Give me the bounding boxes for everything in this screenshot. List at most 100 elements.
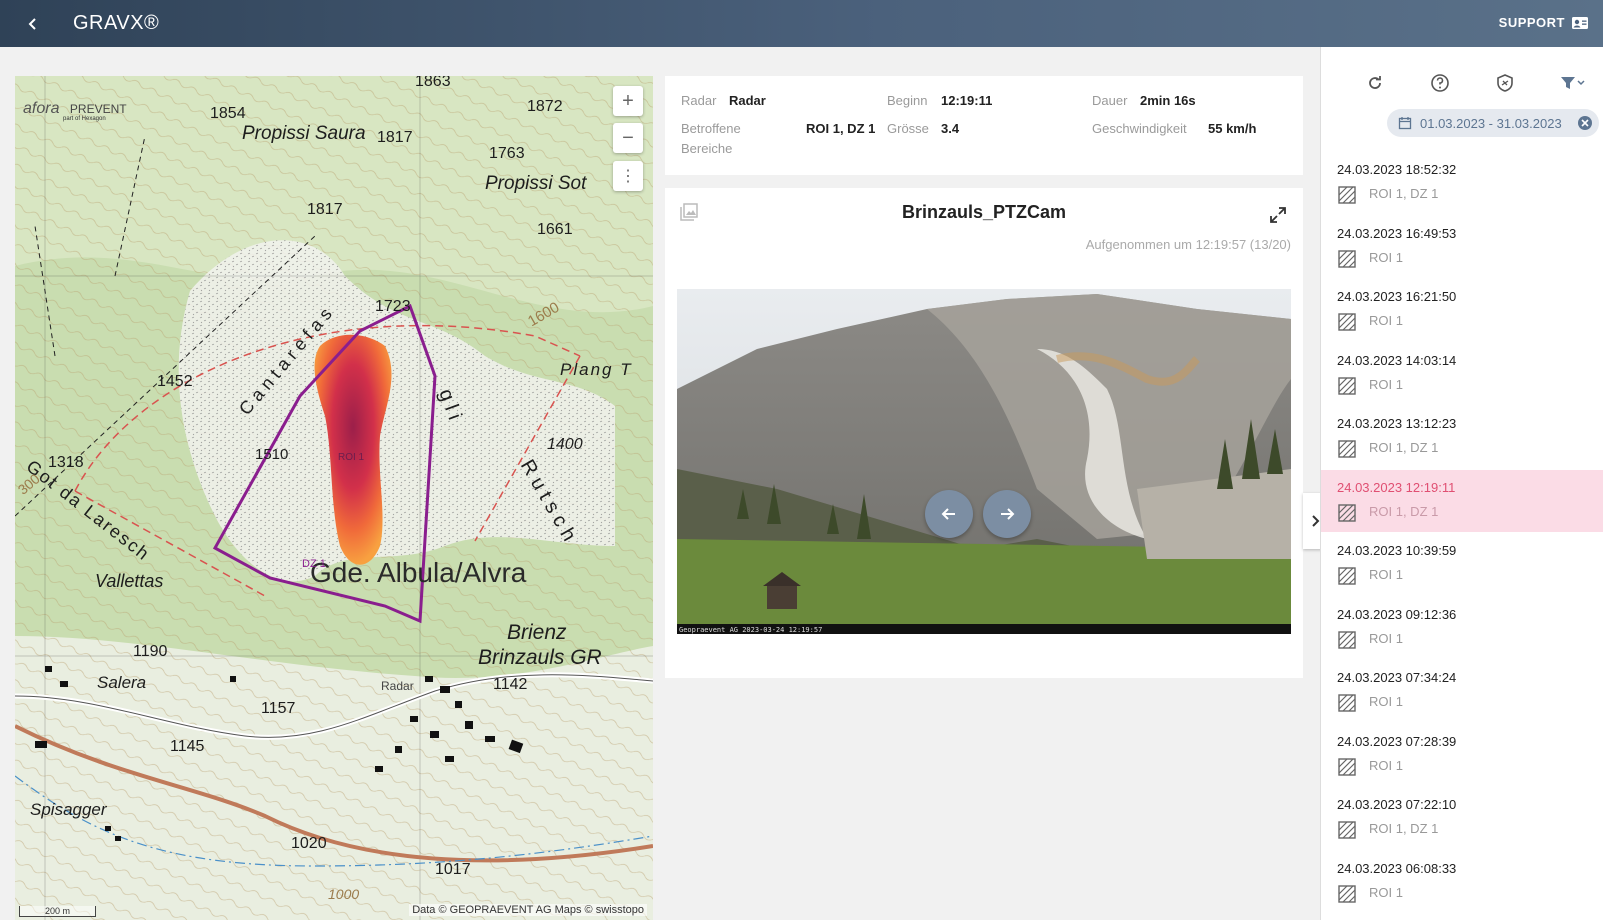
- groesse-label: Grösse: [887, 121, 929, 136]
- geopraevent-logo: afora PREVENT part of Hexagon: [23, 100, 127, 122]
- elevation-1142: 1142: [493, 676, 528, 693]
- elevation-1157: 1157: [261, 700, 296, 717]
- map-label-spisagger: Spisagger: [30, 800, 107, 819]
- event-list-item[interactable]: 24.03.2023 09:12:36 ROI 1: [1321, 597, 1603, 659]
- event-time: 24.03.2023 09:12:36: [1337, 606, 1457, 622]
- event-list-item[interactable]: 24.03.2023 12:19:11 ROI 1, DZ 1: [1321, 469, 1603, 532]
- chevron-down-icon: [1577, 80, 1585, 86]
- zoom-in-button[interactable]: +: [613, 86, 643, 116]
- event-time: 24.03.2023 06:08:33: [1337, 860, 1457, 876]
- event-list-item[interactable]: 24.03.2023 13:12:23 ROI 1, DZ 1: [1321, 406, 1603, 468]
- calendar-icon: [1398, 117, 1412, 130]
- elevation-1723: 1723: [375, 298, 411, 315]
- refresh-button[interactable]: [1361, 69, 1389, 97]
- beginn-label: Beginn: [887, 93, 928, 108]
- event-zones: ROI 1: [1369, 694, 1403, 709]
- date-range-text: 01.03.2023 - 31.03.2023: [1420, 115, 1562, 131]
- event-sidebar: 01.03.2023 - 31.03.2023 24.03.2023 18:52…: [1320, 47, 1603, 920]
- event-list-item[interactable]: 24.03.2023 16:21:50 ROI 1: [1321, 279, 1603, 341]
- event-time: 24.03.2023 18:52:32: [1337, 162, 1457, 177]
- shield-button[interactable]: [1491, 69, 1519, 97]
- svg-text:Geopraevent AG 2023-03-24 12:1: Geopraevent AG 2023-03-24 12:19:57: [679, 626, 822, 634]
- map-label-radar: Radar: [381, 679, 414, 693]
- map-label-brinzauls: Brinzauls GR: [478, 646, 602, 669]
- area-hatch-icon: [1338, 249, 1356, 268]
- map-view[interactable]: afora PREVENT part of Hexagon Propissi S…: [15, 76, 653, 920]
- radar-label: Radar: [681, 93, 717, 108]
- map-attribution: Data © GEOPRAEVENT AG Maps © swisstopo: [409, 904, 647, 916]
- elevation-1318: 1318: [48, 454, 84, 471]
- camera-card: Brinzauls_PTZCam Aufgenommen um 12:19:57…: [665, 188, 1303, 678]
- area-hatch-icon: [1338, 884, 1356, 903]
- event-zones: ROI 1: [1369, 567, 1403, 582]
- clear-date-icon[interactable]: [1577, 115, 1593, 131]
- help-icon: [1431, 74, 1449, 92]
- support-label: SUPPORT: [1498, 15, 1565, 30]
- event-time: 24.03.2023 07:28:39: [1337, 733, 1457, 749]
- support-button[interactable]: SUPPORT: [1499, 15, 1589, 30]
- geschwindigkeit-value: 55 km/h: [1208, 121, 1257, 136]
- elevation-1763: 1763: [489, 145, 525, 162]
- event-time: 24.03.2023 14:03:14: [1337, 352, 1457, 368]
- area-hatch-icon: [1338, 186, 1356, 204]
- area-hatch-icon: [1338, 757, 1356, 776]
- filter-icon: [1561, 77, 1575, 89]
- event-list-item[interactable]: 24.03.2023 07:34:24 ROI 1: [1321, 660, 1603, 722]
- event-zones: ROI 1, DZ 1: [1369, 503, 1439, 519]
- event-time: 24.03.2023 16:21:50: [1337, 289, 1457, 304]
- next-image-button[interactable]: [983, 490, 1031, 538]
- groesse-value: 3.4: [941, 121, 960, 136]
- back-button[interactable]: [18, 11, 48, 37]
- arrow-right-icon: [1001, 508, 1015, 520]
- map-label-propissi-sot: Propissi Sot: [485, 173, 587, 194]
- event-time: 24.03.2023 13:12:23: [1337, 416, 1457, 431]
- event-time: 24.03.2023 12:19:11: [1337, 479, 1456, 495]
- event-list-item[interactable]: 24.03.2023 10:39:59 ROI 1: [1321, 533, 1603, 595]
- elevation-1863: 1863: [415, 76, 451, 90]
- event-list-item[interactable]: 24.03.2023 07:28:39 ROI 1: [1321, 724, 1603, 786]
- chevron-right-icon: [1311, 515, 1319, 527]
- event-zones: ROI 1, DZ 1: [1369, 821, 1439, 836]
- event-zones: ROI 1: [1369, 376, 1403, 392]
- area-hatch-icon: [1338, 313, 1356, 331]
- event-zones: ROI 1: [1369, 884, 1403, 900]
- elevation-1145: 1145: [170, 738, 205, 755]
- top-bar: GRAVX® SUPPORT: [0, 0, 1603, 47]
- map-label-plang: Plang T: [560, 360, 633, 379]
- radar-value: Radar: [729, 93, 766, 108]
- camera-image: Geopraevent AG 2023-03-24 12:19:57: [677, 289, 1291, 634]
- elevation-1017: 1017: [435, 861, 471, 878]
- elevation-1817b: 1817: [307, 201, 343, 218]
- event-list-item[interactable]: 24.03.2023 16:49:53 ROI 1: [1321, 216, 1603, 278]
- date-range-chip[interactable]: 01.03.2023 - 31.03.2023: [1387, 109, 1599, 137]
- dauer-value: 2min 16s: [1140, 93, 1196, 108]
- elevation-1020: 1020: [291, 835, 327, 852]
- back-arrow-icon: [28, 18, 36, 30]
- dauer-label: Dauer: [1092, 93, 1128, 108]
- event-list-item[interactable]: 24.03.2023 14:03:14 ROI 1: [1321, 343, 1603, 405]
- zoom-out-button[interactable]: −: [613, 123, 643, 153]
- area-hatch-icon: [1338, 821, 1356, 839]
- elevation-1661: 1661: [537, 221, 573, 238]
- map-more-button[interactable]: ⋮: [613, 161, 643, 191]
- fullscreen-icon[interactable]: [1269, 206, 1287, 224]
- elevation-1190: 1190: [133, 643, 168, 660]
- event-list-item[interactable]: 24.03.2023 06:08:33 ROI 1: [1321, 851, 1603, 913]
- area-hatch-icon: [1338, 567, 1356, 585]
- bereiche-value: ROI 1, DZ 1: [806, 121, 876, 136]
- event-zones: ROI 1: [1369, 757, 1403, 773]
- event-zones: ROI 1: [1369, 630, 1403, 646]
- previous-image-button[interactable]: [925, 490, 973, 538]
- camera-title: Brinzauls_PTZCam: [901, 202, 1067, 222]
- event-list-item[interactable]: 24.03.2023 07:22:10 ROI 1, DZ 1: [1321, 787, 1603, 849]
- map-label-vallettas: Vallettas: [95, 571, 164, 591]
- app-title: GRAVX®: [73, 12, 160, 34]
- area-hatch-icon: [1338, 694, 1356, 712]
- filter-button[interactable]: [1553, 69, 1593, 97]
- beginn-value: 12:19:11: [941, 93, 993, 108]
- shield-icon: [1497, 74, 1513, 92]
- event-list-item[interactable]: 24.03.2023 18:52:32 ROI 1, DZ 1: [1321, 152, 1603, 214]
- map-label-salera: Salera: [97, 673, 147, 692]
- help-button[interactable]: [1426, 69, 1454, 97]
- geschwindigkeit-label: Geschwindigkeit: [1092, 121, 1187, 136]
